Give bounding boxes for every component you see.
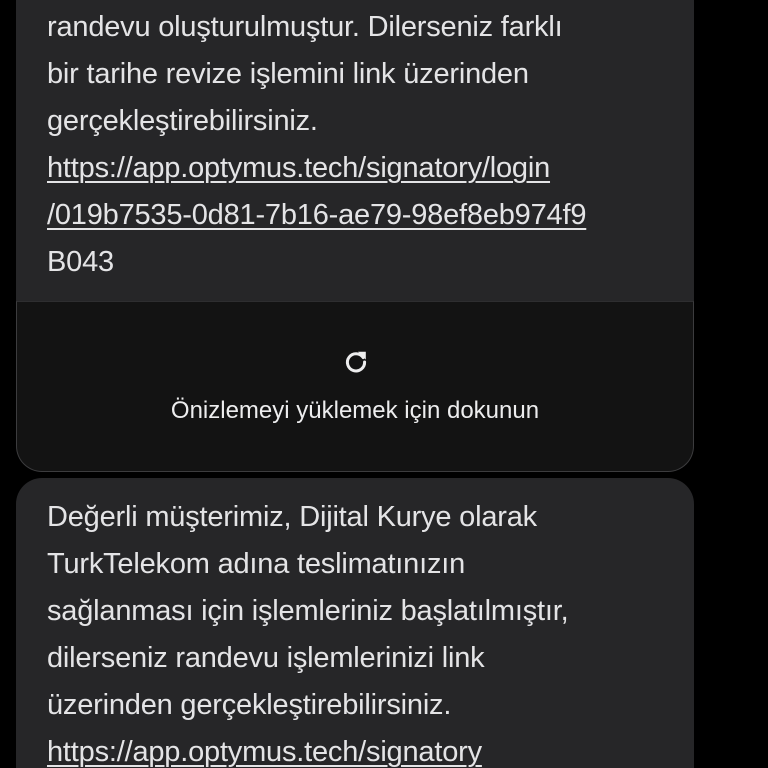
message-line: B043: [47, 246, 114, 278]
message-line: gerçekleştirebilirsiniz.: [47, 105, 318, 137]
message-link[interactable]: https://app.optymus.tech/signatory: [47, 729, 664, 768]
message-bubble-2[interactable]: Değerli müşterimiz, Dijital Kurye olarak…: [16, 478, 694, 768]
conversation-screen: randevu oluşturulmuştur. Dilerseniz fark…: [0, 0, 768, 768]
refresh-icon: [345, 351, 367, 373]
message-line: randevu oluşturulmuştur. Dilerseniz fark…: [47, 11, 563, 43]
message-link-text[interactable]: /019b7535-0d81-7b16-ae79-98ef8eb974f9: [47, 199, 586, 231]
message-bubble-1[interactable]: randevu oluşturulmuştur. Dilerseniz fark…: [16, 0, 694, 302]
message-text: Değerli müşterimiz, Dijital Kurye olarak…: [47, 494, 664, 768]
message-line: sağlanması için işlemleriniz başlatılmış…: [47, 595, 569, 627]
message-line: üzerinden gerçekleştirebilirsiniz.: [47, 689, 452, 721]
message-link-text[interactable]: https://app.optymus.tech/signatory: [47, 736, 482, 768]
message-link[interactable]: https://app.optymus.tech/signatory/login: [47, 145, 664, 192]
message-text: randevu oluşturulmuştur. Dilerseniz fark…: [47, 4, 664, 286]
message-link[interactable]: /019b7535-0d81-7b16-ae79-98ef8eb974f9: [47, 192, 664, 239]
preview-load-label: Önizlemeyi yüklemek için dokunun: [170, 397, 540, 424]
link-preview-card[interactable]: Önizlemeyi yüklemek için dokunun: [16, 301, 694, 472]
message-line: TurkTelekom adına teslimatınızın: [47, 548, 466, 580]
message-line: bir tarihe revize işlemini link üzerinde…: [47, 58, 529, 90]
message-line: Değerli müşterimiz, Dijital Kurye olarak: [47, 501, 537, 533]
message-line: dilerseniz randevu işlemlerinizi link: [47, 642, 485, 674]
message-link-text[interactable]: https://app.optymus.tech/signatory/login: [47, 152, 550, 184]
